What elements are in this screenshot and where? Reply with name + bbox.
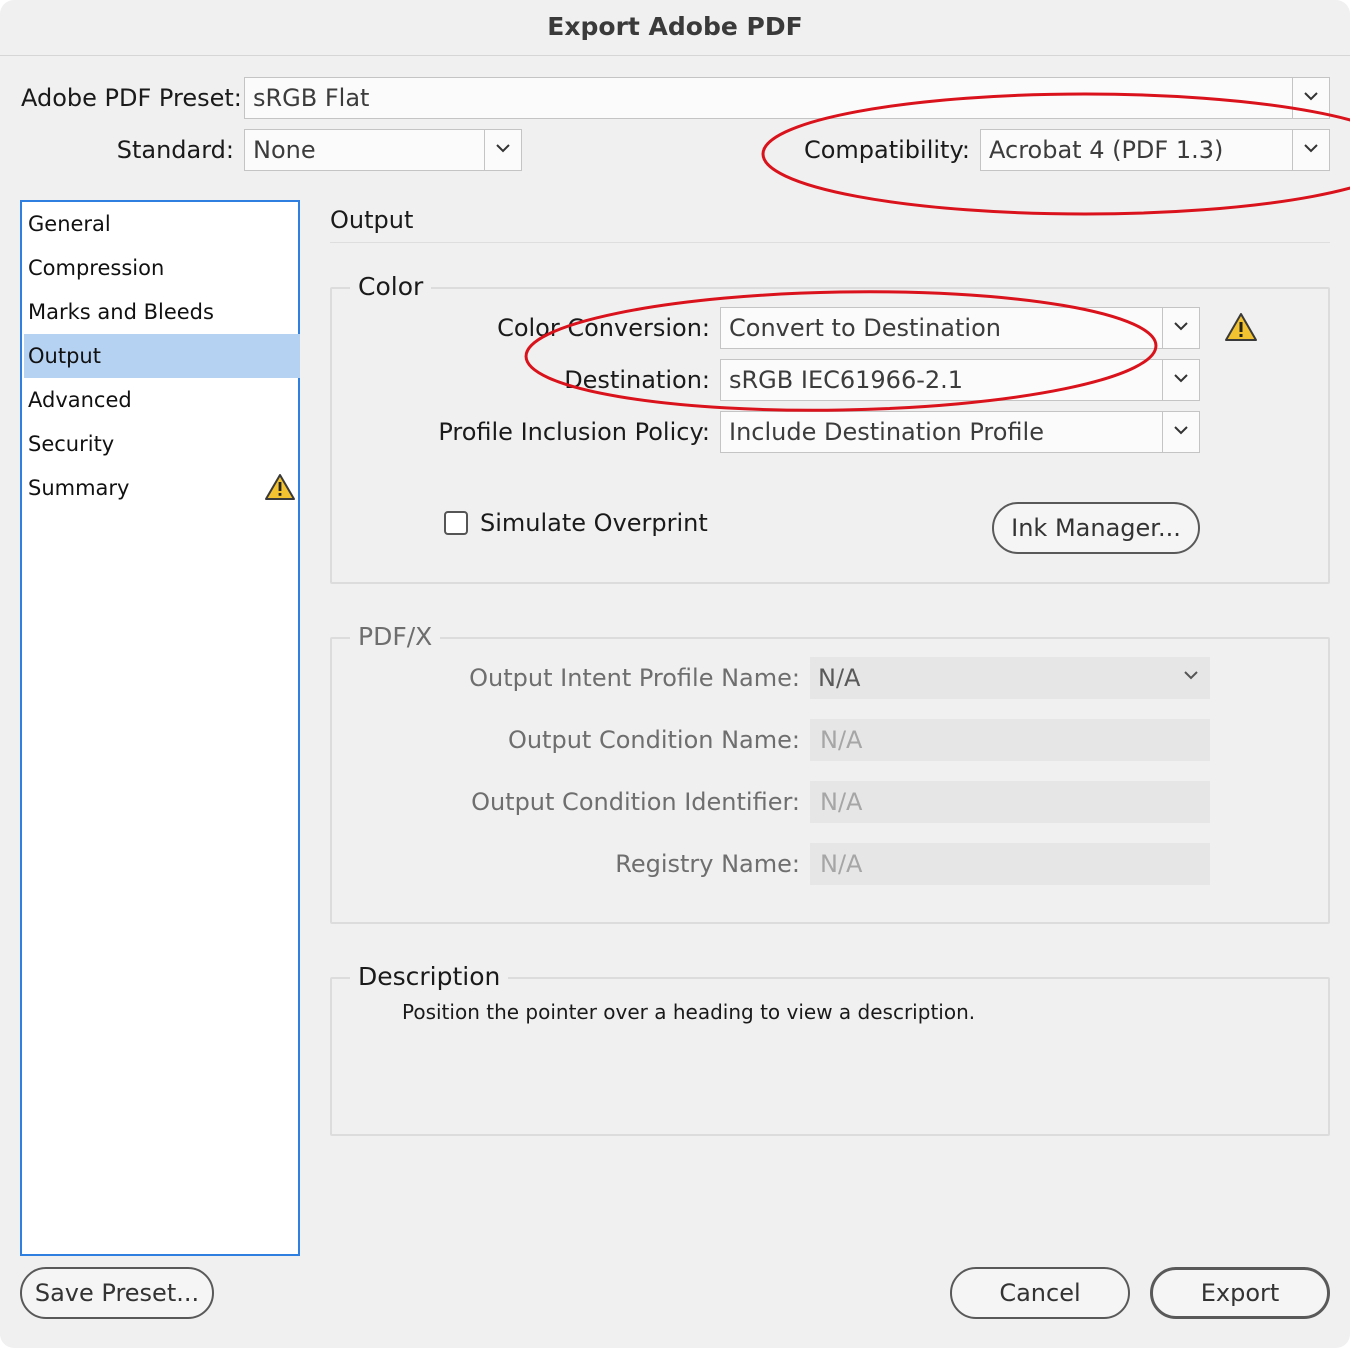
chevron-down-icon[interactable] bbox=[1292, 78, 1329, 118]
preset-dropdown[interactable]: sRGB Flat bbox=[244, 77, 1330, 119]
export-button[interactable]: Export bbox=[1150, 1267, 1330, 1319]
chevron-down-icon[interactable] bbox=[1162, 360, 1199, 400]
standard-dropdown[interactable]: None bbox=[244, 129, 522, 171]
export-pdf-dialog: Export Adobe PDF Adobe PDF Preset: sRGB … bbox=[0, 0, 1350, 1348]
sidebar-item-label: Security bbox=[28, 432, 115, 456]
registry-name-field: N/A bbox=[810, 843, 1210, 885]
pdfx-legend: PDF/X bbox=[350, 622, 441, 651]
chevron-down-icon[interactable] bbox=[484, 130, 521, 170]
simulate-overprint-label[interactable]: Simulate Overprint bbox=[480, 509, 708, 537]
sidebar-item-security[interactable]: Security bbox=[24, 422, 300, 466]
registry-name-label: Registry Name: bbox=[615, 850, 800, 878]
sidebar-item-label: Summary bbox=[28, 476, 130, 500]
output-condition-field: N/A bbox=[810, 719, 1210, 761]
destination-label: Destination: bbox=[564, 366, 710, 394]
output-intent-label: Output Intent Profile Name: bbox=[469, 664, 800, 692]
output-identifier-field: N/A bbox=[810, 781, 1210, 823]
compatibility-label: Compatibility: bbox=[803, 136, 970, 164]
color-conversion-dropdown[interactable]: Convert to Destination bbox=[720, 307, 1200, 349]
cancel-button[interactable]: Cancel bbox=[950, 1267, 1130, 1319]
section-divider bbox=[330, 242, 1330, 243]
color-conversion-label: Color Conversion: bbox=[497, 314, 710, 342]
sidebar-item-advanced[interactable]: Advanced bbox=[24, 378, 300, 422]
output-identifier-label: Output Condition Identifier: bbox=[471, 788, 800, 816]
sidebar-item-output[interactable]: Output bbox=[24, 334, 300, 378]
profile-policy-dropdown[interactable]: Include Destination Profile bbox=[720, 411, 1200, 453]
ink-manager-button[interactable]: Ink Manager... bbox=[992, 502, 1200, 554]
section-title: Output bbox=[330, 206, 414, 234]
sidebar-item-compression[interactable]: Compression bbox=[24, 246, 300, 290]
description-text: Position the pointer over a heading to v… bbox=[402, 1000, 976, 1024]
sidebar-item-summary[interactable]: Summary bbox=[24, 466, 300, 510]
save-preset-button[interactable]: Save Preset... bbox=[20, 1267, 214, 1319]
profile-policy-value: Include Destination Profile bbox=[729, 418, 1044, 446]
warning-icon bbox=[264, 472, 296, 516]
window-title: Export Adobe PDF bbox=[0, 0, 1350, 56]
category-list: General Compression Marks and Bleeds Out… bbox=[20, 200, 300, 1256]
chevron-down-icon bbox=[1173, 657, 1210, 699]
chevron-down-icon[interactable] bbox=[1162, 412, 1199, 452]
chevron-down-icon[interactable] bbox=[1162, 308, 1199, 348]
chevron-down-icon[interactable] bbox=[1292, 130, 1329, 170]
description-legend: Description bbox=[350, 962, 509, 991]
sidebar-item-label: General bbox=[28, 212, 111, 236]
sidebar-item-label: Output bbox=[28, 344, 101, 368]
sidebar-item-marks-and-bleeds[interactable]: Marks and Bleeds bbox=[24, 290, 300, 334]
destination-dropdown[interactable]: sRGB IEC61966-2.1 bbox=[720, 359, 1200, 401]
compatibility-value: Acrobat 4 (PDF 1.3) bbox=[989, 136, 1224, 164]
output-intent-dropdown: N/A bbox=[810, 657, 1210, 699]
preset-value: sRGB Flat bbox=[253, 84, 370, 112]
color-legend: Color bbox=[350, 272, 432, 301]
standard-label: Standard: bbox=[116, 136, 234, 164]
destination-value: sRGB IEC61966-2.1 bbox=[729, 366, 964, 394]
warning-icon bbox=[1224, 312, 1258, 346]
output-condition-label: Output Condition Name: bbox=[507, 726, 800, 754]
preset-label: Adobe PDF Preset: bbox=[21, 84, 242, 112]
profile-policy-label: Profile Inclusion Policy: bbox=[438, 418, 710, 446]
standard-value: None bbox=[253, 136, 316, 164]
sidebar-item-label: Compression bbox=[28, 256, 165, 280]
color-conversion-value: Convert to Destination bbox=[729, 314, 1001, 342]
output-intent-value: N/A bbox=[818, 664, 861, 692]
sidebar-item-label: Advanced bbox=[28, 388, 132, 412]
compatibility-dropdown[interactable]: Acrobat 4 (PDF 1.3) bbox=[980, 129, 1330, 171]
simulate-overprint-checkbox[interactable] bbox=[444, 511, 468, 535]
sidebar-item-general[interactable]: General bbox=[24, 202, 300, 246]
sidebar-item-label: Marks and Bleeds bbox=[28, 300, 214, 324]
